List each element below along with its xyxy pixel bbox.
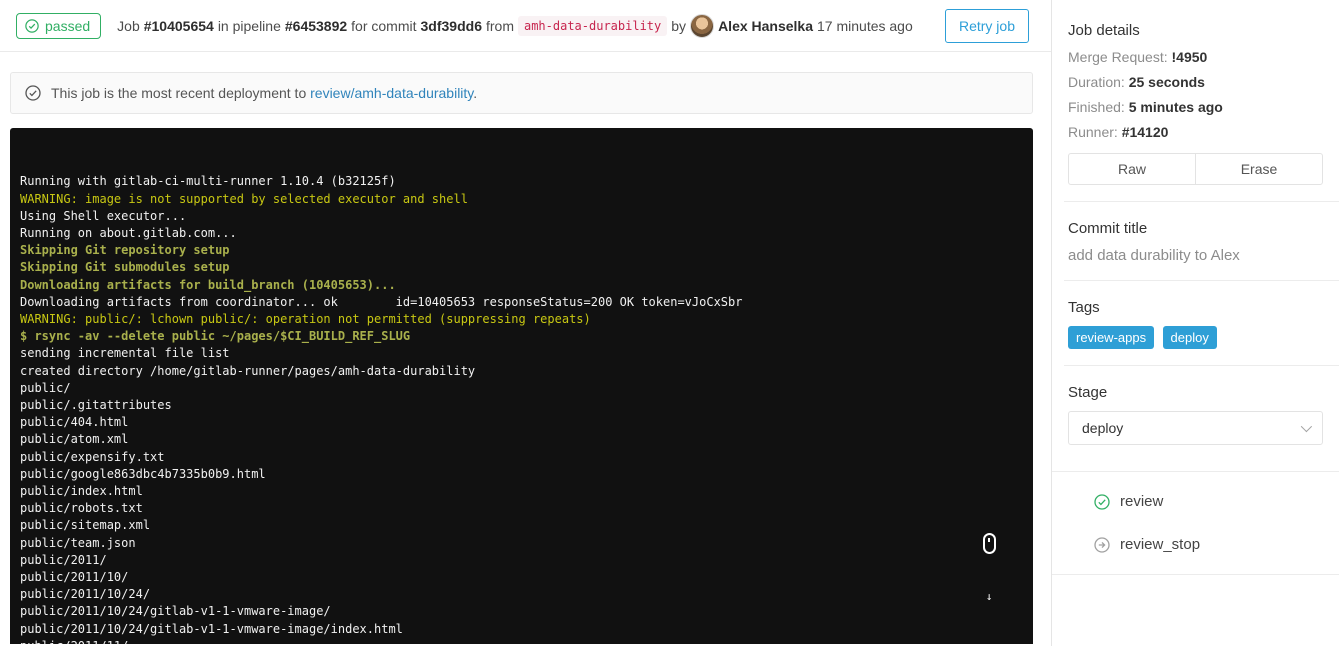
job-id: #10405654 [143, 17, 214, 34]
commit-message: add data durability to Alex [1068, 247, 1240, 264]
deployment-text: This job is the most recent deployment t… [51, 85, 307, 101]
tag-deploy[interactable]: deploy [1162, 326, 1217, 349]
runner-row: Runner: #14120 [1068, 124, 1323, 140]
by-label: by [671, 17, 687, 34]
log-line: Skipping Git submodules setup [20, 260, 230, 275]
log-line: public/team.json [20, 535, 136, 550]
duration-value: 25 seconds [1128, 74, 1205, 90]
duration-row: Duration: 25 seconds [1068, 74, 1323, 90]
divider [1064, 365, 1339, 366]
erase-button[interactable]: Erase [1195, 153, 1323, 185]
log-line: $ rsync -av --delete public ~/pages/$CI_… [20, 329, 411, 344]
job-header: passed Job #10405654 in pipeline #645389… [0, 0, 1051, 52]
deployment-text-suffix: . [473, 85, 478, 101]
manual-arrow-icon [1094, 536, 1110, 553]
divider [1064, 201, 1339, 202]
author-name[interactable]: Alex Hanselka [718, 18, 813, 34]
in-pipeline-label: in pipeline [217, 17, 281, 34]
commit-title-section: Commit title add data durability to Alex [1052, 208, 1339, 274]
log-line: Downloading artifacts from coordinator..… [20, 294, 743, 309]
passed-check-icon [1094, 493, 1110, 510]
job-details-section: Job details Merge Request: !4950 Duratio… [1052, 10, 1339, 195]
chevron-down-icon [1300, 420, 1313, 433]
log-line: public/2011/10/24/gitlab-v1-1-vmware-ima… [20, 621, 403, 636]
stage-heading: Stage [1068, 384, 1108, 401]
log-line: public/2011/10/24/gitlab-v1-1-vmware-ima… [20, 604, 331, 619]
log-line: public/sitemap.xml [20, 518, 151, 533]
log-line: public/atom.xml [20, 432, 129, 447]
commit-sha-link[interactable]: 3df39dd6 [421, 18, 482, 34]
job-page: passed Job #10405654 in pipeline #645389… [0, 0, 1339, 646]
log-line: WARNING: public/: lchown public/: operat… [20, 312, 591, 327]
log-line: sending incremental file list [20, 346, 230, 361]
status-check-icon [25, 18, 39, 33]
tags-section: Tags review-apps deploy [1052, 287, 1339, 359]
job-log[interactable]: Running with gitlab-ci-multi-runner 1.10… [10, 128, 1033, 644]
retry-job-button[interactable]: Retry job [944, 8, 1029, 43]
pipeline-id-link[interactable]: #6453892 [285, 18, 347, 34]
finished-row: Finished: 5 minutes ago [1068, 99, 1323, 115]
log-actions: Raw Erase [1068, 153, 1323, 185]
log-line: Skipping Git repository setup [20, 243, 230, 258]
deployment-check-icon [25, 85, 41, 101]
stage-selected-value: deploy [1082, 420, 1124, 436]
log-line: public/2011/10/ [20, 570, 129, 585]
divider [1064, 280, 1339, 281]
finished-label: Finished: [1068, 99, 1125, 115]
job-details-title: Job details [1068, 22, 1140, 39]
log-line: public/expensify.txt [20, 449, 165, 464]
job-item-label: review_stop [1120, 536, 1201, 553]
log-line: public/robots.txt [20, 501, 143, 516]
log-line: WARNING: image is not supported by selec… [20, 191, 468, 206]
stage-jobs-list: review review_stop [1052, 471, 1339, 575]
author-avatar[interactable] [690, 13, 715, 38]
branch-ref-link[interactable]: amh-data-durability [517, 15, 668, 36]
log-line: public/2011/11/ [20, 638, 1023, 644]
tag-review-apps[interactable]: review-apps [1068, 326, 1155, 349]
environment-link[interactable]: review/amh-data-durability [310, 85, 473, 101]
job-item-review[interactable]: review [1052, 480, 1339, 523]
job-item-review-stop[interactable]: review_stop [1052, 523, 1339, 566]
status-label: passed [45, 17, 91, 34]
log-line: public/2011/ [20, 552, 107, 567]
log-line: public/2011/10/24/ [20, 587, 151, 602]
merge-request-row: Merge Request: !4950 [1068, 49, 1323, 65]
finished-value: 5 minutes ago [1128, 99, 1223, 115]
main-column: passed Job #10405654 in pipeline #645389… [0, 0, 1051, 646]
log-line: Running on about.gitlab.com... [20, 226, 237, 241]
merge-request-label: Merge Request: [1068, 49, 1168, 65]
mouse-icon [982, 533, 996, 555]
raw-button[interactable]: Raw [1068, 153, 1196, 185]
scroll-down-button[interactable]: ↓ [960, 499, 1018, 636]
log-lines: Running with gitlab-ci-multi-runner 1.10… [20, 173, 1023, 644]
runner-label: Runner: [1068, 124, 1118, 140]
time-ago: 17 minutes ago [817, 17, 913, 34]
job-item-label: review [1120, 493, 1164, 510]
runner-value: #14120 [1121, 124, 1169, 140]
log-line: Using Shell executor... [20, 208, 187, 223]
log-line: Running with gitlab-ci-multi-runner 1.10… [20, 174, 396, 189]
down-arrow-icon: ↓ [985, 589, 993, 603]
stage-dropdown[interactable]: deploy [1068, 411, 1323, 445]
log-line: created directory /home/gitlab-runner/pa… [20, 363, 476, 378]
commit-title-heading: Commit title [1068, 220, 1148, 237]
for-commit-label: for commit [351, 17, 417, 34]
log-line: public/ [20, 380, 71, 395]
deployment-banner-text: This job is the most recent deployment t… [51, 85, 477, 101]
job-sidebar: Job details Merge Request: !4950 Duratio… [1051, 0, 1339, 646]
status-badge[interactable]: passed [16, 12, 102, 39]
duration-label: Duration: [1068, 74, 1125, 90]
merge-request-value[interactable]: !4950 [1172, 49, 1208, 65]
stage-section: Stage deploy [1052, 372, 1339, 455]
log-line: Downloading artifacts for build_branch (… [20, 277, 396, 292]
job-label: Job [117, 17, 140, 34]
log-line: public/404.html [20, 415, 129, 430]
job-summary: Job #10405654 in pipeline #6453892 for c… [117, 13, 917, 38]
log-line: public/google863dbc4b7335b0b9.html [20, 466, 266, 481]
log-line: public/.gitattributes [20, 398, 172, 413]
tags-heading: Tags [1068, 299, 1100, 316]
log-line: public/index.html [20, 484, 143, 499]
from-label: from [485, 17, 514, 34]
deployment-banner: This job is the most recent deployment t… [10, 72, 1033, 114]
